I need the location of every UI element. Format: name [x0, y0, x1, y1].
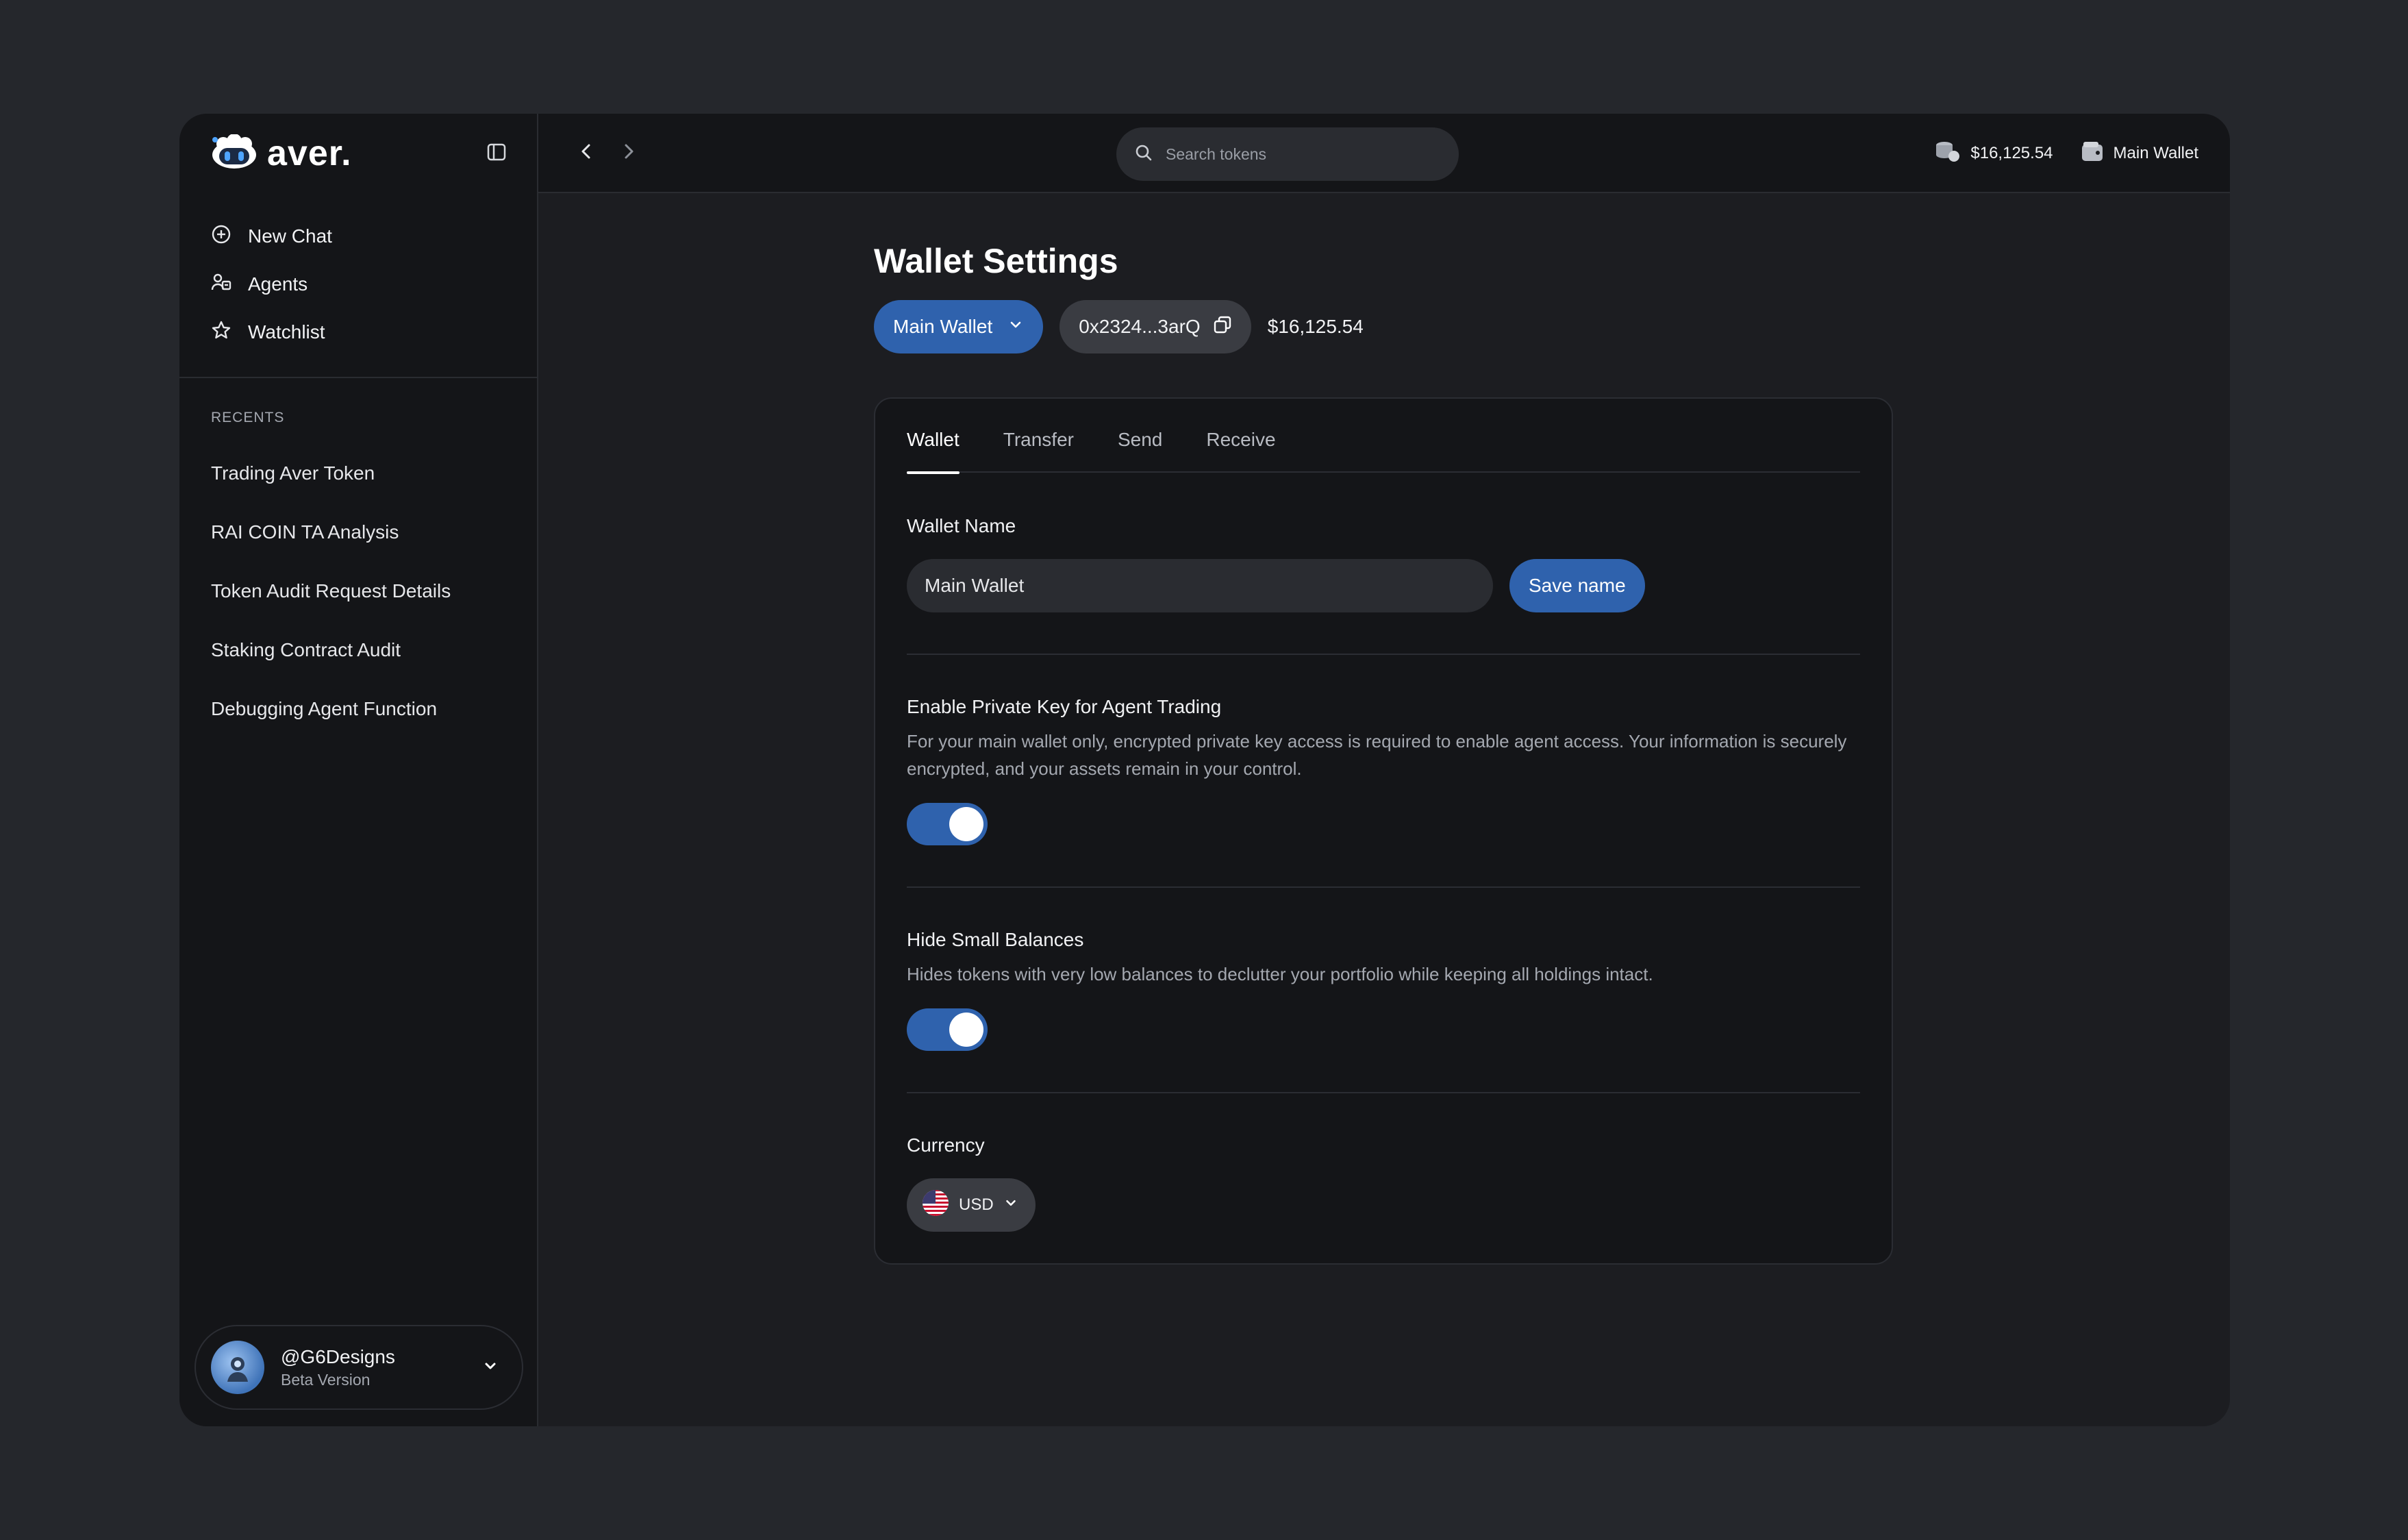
wallet-address-pill[interactable]: 0x2324...3arQ [1059, 300, 1251, 353]
toggle-knob [949, 1013, 983, 1047]
portfolio-balance[interactable]: $16,125.54 [1935, 140, 2053, 168]
chevron-down-icon [1007, 316, 1024, 338]
toggle-knob [949, 807, 983, 841]
wallet-summary-row: Main Wallet 0x2324...3arQ $16,125.54 [874, 300, 1901, 353]
wallet-select-label: Main Wallet [893, 316, 993, 337]
main-area: $16,125.54 Main Wallet Wallet Settings [538, 114, 2230, 1426]
nav-item-new-chat[interactable]: New Chat [179, 212, 537, 260]
private-key-toggle[interactable] [907, 803, 988, 845]
wallet-label: Main Wallet [2113, 144, 2198, 162]
wallet-name-label: Wallet Name [907, 515, 1016, 536]
save-name-button[interactable]: Save name [1509, 559, 1645, 612]
currency-select[interactable]: USD [907, 1178, 1036, 1232]
sidebar-toggle-icon[interactable] [486, 142, 507, 166]
us-flag-icon [922, 1189, 949, 1221]
search-icon [1134, 143, 1153, 166]
hide-small-balances-setting: Hide Small Balances Hides tokens with ve… [907, 888, 1860, 1093]
forward-arrow-icon[interactable] [618, 140, 640, 166]
logo-text: aver. [267, 134, 352, 173]
tab-transfer[interactable]: Transfer [1003, 429, 1074, 473]
search-input[interactable] [1166, 145, 1440, 164]
recents-title: RECENTS [211, 410, 285, 425]
private-key-title: Enable Private Key for Agent Trading [907, 696, 1222, 717]
wallet-menu[interactable]: Main Wallet [2081, 140, 2198, 167]
topbar: $16,125.54 Main Wallet [538, 114, 2230, 193]
hide-small-description: Hides tokens with very low balances to d… [907, 964, 1653, 984]
currency-label: Currency [907, 1134, 985, 1156]
wallet-address: 0x2324...3arQ [1079, 316, 1201, 337]
chevron-down-icon [1003, 1195, 1018, 1215]
back-arrow-icon[interactable] [575, 140, 597, 166]
aver-logo-icon [210, 133, 259, 173]
tab-send[interactable]: Send [1118, 429, 1162, 473]
topbar-right: $16,125.54 Main Wallet [1935, 114, 2198, 193]
nav-item-agents[interactable]: Agents [179, 260, 537, 308]
history-nav [575, 140, 640, 166]
nav-item-label: New Chat [248, 225, 332, 247]
star-icon [211, 320, 231, 345]
hide-small-title: Hide Small Balances [907, 929, 1084, 950]
user-handle: @G6Designs [281, 1345, 395, 1367]
recent-item[interactable]: RAI COIN TA Analysis [179, 503, 537, 562]
wallet-name-section: Wallet Name Save name [907, 473, 1860, 655]
copy-icon[interactable] [1213, 315, 1232, 339]
currency-value: USD [959, 1195, 994, 1214]
private-key-setting: Enable Private Key for Agent Trading For… [907, 655, 1860, 888]
agents-icon [211, 272, 231, 297]
hide-small-toggle[interactable] [907, 1008, 988, 1051]
wallet-balance: $16,125.54 [1267, 316, 1364, 337]
wallet-settings-content: Wallet Settings Main Wallet 0x2324...3ar… [874, 241, 1901, 1265]
sidebar-header: aver. [179, 114, 537, 193]
app-window: aver. New Chat Agents Watchlist RECENTS … [179, 114, 2230, 1426]
user-subtitle: Beta Version [281, 1370, 371, 1389]
recent-item[interactable]: Debugging Agent Function [179, 680, 537, 738]
plus-circle-icon [211, 224, 231, 249]
page-title: Wallet Settings [874, 242, 1118, 280]
logo[interactable]: aver. [210, 133, 352, 174]
chevron-down-icon[interactable] [482, 1358, 499, 1378]
tab-wallet[interactable]: Wallet [907, 429, 960, 474]
tab-receive[interactable]: Receive [1206, 429, 1275, 473]
balance-text: $16,125.54 [1970, 144, 2053, 162]
wallet-name-input[interactable] [907, 559, 1493, 612]
recent-item[interactable]: Staking Contract Audit [179, 621, 537, 680]
search-bar[interactable] [1116, 127, 1459, 181]
wallet-icon [2081, 140, 2104, 167]
private-key-description: For your main wallet only, encrypted pri… [907, 731, 1847, 779]
sidebar-nav: New Chat Agents Watchlist [179, 193, 537, 378]
settings-tabs: Wallet Transfer Send Receive [907, 429, 1860, 474]
user-menu[interactable]: @G6Designs Beta Version [195, 1325, 523, 1410]
nav-item-label: Watchlist [248, 321, 325, 343]
recent-item[interactable]: Trading Aver Token [179, 444, 537, 503]
recent-item[interactable]: Token Audit Request Details [179, 562, 537, 621]
settings-card: Wallet Transfer Send Receive Wallet Name… [874, 397, 1893, 1265]
nav-item-label: Agents [248, 273, 308, 295]
wallet-select-button[interactable]: Main Wallet [874, 300, 1044, 353]
nav-item-watchlist[interactable]: Watchlist [179, 308, 537, 356]
coins-icon [1935, 140, 1961, 168]
avatar [211, 1341, 264, 1394]
sidebar: aver. New Chat Agents Watchlist RECENTS … [179, 114, 538, 1426]
currency-section: Currency USD [907, 1093, 1860, 1232]
